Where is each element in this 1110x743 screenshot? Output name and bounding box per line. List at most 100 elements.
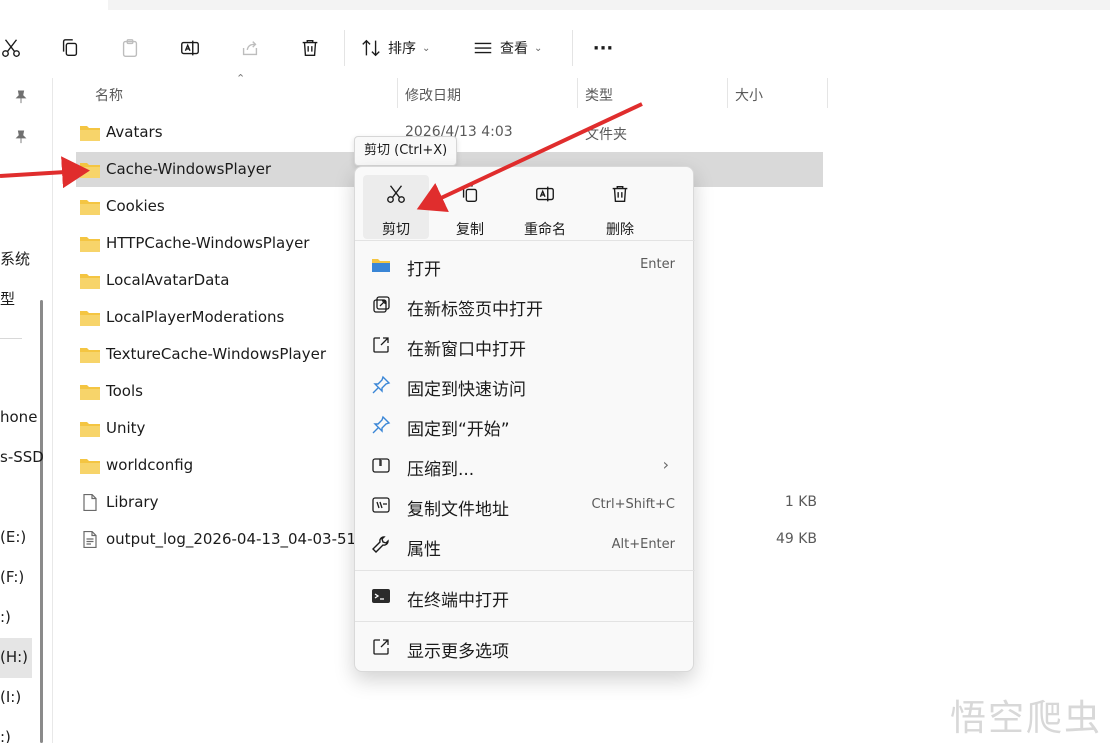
folder-icon — [80, 420, 100, 437]
share-button[interactable] — [238, 32, 262, 64]
folder-icon — [80, 235, 100, 252]
pin-icon — [372, 375, 391, 394]
new-tab-icon — [373, 296, 390, 313]
menu-item-label: 在终端中打开 — [407, 591, 509, 611]
menu-item-open-terminal[interactable]: 在终端中打开 — [359, 577, 689, 615]
menu-divider — [355, 240, 695, 241]
nav-scrollbar[interactable] — [40, 300, 43, 743]
menu-item-pin-quick-access[interactable]: 固定到快速访问 — [359, 366, 689, 404]
sort-button[interactable]: 排序 ⌄ — [360, 32, 444, 64]
share-icon — [242, 41, 258, 56]
toolbar-divider — [344, 30, 345, 66]
folder-icon — [80, 457, 100, 474]
menu-item-open-new-window[interactable]: 在新窗口中打开 — [359, 326, 689, 364]
text-file-icon — [80, 530, 100, 549]
watermark: 悟空爬虫 — [949, 698, 1102, 739]
paste-button[interactable] — [118, 32, 142, 64]
menu-item-label: 在新标签页中打开 — [407, 300, 543, 320]
nav-item[interactable]: hone — [0, 408, 37, 426]
copy-icon — [62, 39, 78, 57]
menu-item-copy-path[interactable]: 复制文件地址 Ctrl+Shift+C — [359, 486, 689, 524]
scissors-icon — [2, 39, 20, 57]
column-header-size[interactable]: 大小 — [735, 85, 763, 115]
nav-item[interactable]: 系统 — [0, 248, 30, 269]
chevron-right-icon: › — [662, 455, 669, 474]
file-name: Tools — [106, 382, 143, 400]
nav-item[interactable]: 型 — [0, 288, 15, 309]
menu-item-properties[interactable]: 属性 Alt+Enter — [359, 526, 689, 564]
menu-rename-label: 重命名 — [524, 222, 566, 238]
cut-button[interactable] — [0, 32, 22, 64]
nav-item-drive-f[interactable]: (F:) — [0, 568, 24, 586]
menu-item-label: 在新窗口中打开 — [407, 340, 526, 360]
column-divider[interactable] — [727, 78, 728, 108]
column-header-name[interactable]: 名称 — [95, 85, 123, 115]
menu-divider — [355, 621, 695, 622]
file-name: Cookies — [106, 197, 165, 215]
folder-icon — [372, 259, 390, 272]
cut-icon — [387, 185, 405, 203]
file-icon — [80, 493, 100, 512]
file-name: Library — [106, 493, 159, 511]
menu-cut-button[interactable]: 剪切 — [363, 175, 429, 239]
clipboard-icon — [122, 39, 138, 57]
nav-divider — [0, 338, 22, 339]
sort-icon — [362, 39, 380, 57]
file-name: worldconfig — [106, 456, 194, 474]
menu-item-open-new-tab[interactable]: 在新标签页中打开 — [359, 286, 689, 324]
file-name: TextureCache-WindowsPlayer — [106, 345, 326, 363]
address-bar-strip — [108, 0, 1110, 10]
file-name: LocalPlayerModerations — [106, 308, 285, 326]
folder-icon — [80, 198, 100, 215]
view-icon — [474, 42, 492, 54]
menu-item-more-options[interactable]: 显示更多选项 — [359, 628, 689, 666]
menu-item-shortcut: Enter — [640, 257, 675, 272]
context-menu: 剪切 复制 重命名 删除 打开 Enter 在新标签页中打开 在新窗口中打开 固… — [354, 166, 695, 672]
nav-item-drive-i[interactable]: (I:) — [0, 688, 21, 706]
menu-item-label: 复制文件地址 — [407, 500, 509, 520]
chevron-down-icon: ⌄ — [422, 42, 431, 54]
column-divider[interactable] — [397, 78, 398, 108]
menu-delete-button[interactable]: 删除 — [587, 175, 653, 239]
nav-item[interactable]: s-SSD — [0, 448, 44, 466]
chevron-down-icon: ⌄ — [534, 42, 543, 54]
wrench-icon — [372, 536, 389, 553]
folder-icon — [80, 124, 100, 141]
rename-button[interactable] — [178, 32, 202, 64]
cut-tooltip: 剪切 (Ctrl+X) — [354, 136, 458, 166]
nav-item-drive-h[interactable]: (H:) — [0, 648, 28, 666]
menu-rename-button[interactable]: 重命名 — [512, 175, 578, 239]
zip-icon — [372, 458, 390, 473]
menu-item-label: 属性 — [407, 540, 441, 560]
copy-button[interactable] — [58, 32, 82, 64]
more-button[interactable]: ··· — [590, 32, 616, 64]
folder-icon — [80, 383, 100, 400]
nav-item-drive[interactable]: :) — [0, 608, 11, 626]
sort-up-icon: ⌃ — [236, 72, 246, 85]
menu-item-label: 压缩到... — [407, 460, 475, 480]
menu-divider — [355, 570, 695, 571]
nav-item-drive-e[interactable]: (E:) — [0, 528, 26, 546]
column-header-type[interactable]: 类型 — [585, 85, 613, 115]
delete-button[interactable] — [298, 32, 322, 64]
column-divider[interactable] — [827, 78, 828, 108]
file-name: output_log_2026-04-13_04-03-51 — [106, 530, 357, 548]
menu-copy-button[interactable]: 复制 — [437, 175, 503, 239]
delete-icon — [612, 185, 628, 203]
menu-cut-label: 剪切 — [382, 222, 410, 238]
menu-item-open[interactable]: 打开 Enter — [359, 246, 689, 284]
view-button[interactable]: 查看 ⌄ — [472, 32, 556, 64]
menu-item-pin-start[interactable]: 固定到“开始” — [359, 406, 689, 444]
file-type: 文件夹 — [585, 127, 627, 143]
toolbar-divider — [572, 30, 573, 66]
rename-icon — [181, 40, 199, 56]
menu-item-compress[interactable]: 压缩到... › — [359, 446, 689, 484]
nav-item-drive[interactable]: :) — [0, 728, 11, 743]
file-name: Unity — [106, 419, 146, 437]
trash-icon — [302, 39, 318, 57]
menu-item-label: 打开 — [407, 260, 441, 280]
column-divider[interactable] — [577, 78, 578, 108]
file-name: HTTPCache-WindowsPlayer — [106, 234, 310, 252]
column-header-date[interactable]: 修改日期 — [405, 85, 461, 115]
rename-icon — [536, 186, 554, 202]
